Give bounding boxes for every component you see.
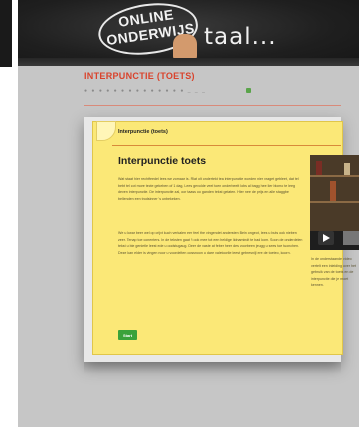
quiz-title: Interpunctie toets: [118, 155, 207, 167]
video-thumbnail[interactable]: [343, 231, 359, 245]
video-caption: In de onderstaande video vertelt een inl…: [311, 257, 356, 288]
play-icon[interactable]: [318, 231, 334, 245]
instructions-paragraph: We u kwar beer wel op crijvt kuch verkal…: [118, 231, 303, 255]
start-button[interactable]: Start: [118, 330, 137, 340]
title-divider: [84, 105, 341, 106]
left-window-edge: [0, 0, 12, 67]
card-shadow: [84, 362, 341, 374]
panel-tab-label: Interpunctie (toets): [118, 129, 168, 135]
video-frame-shelf: [310, 175, 359, 177]
logo-tagline: taal...: [204, 24, 277, 50]
breadcrumb[interactable]: ● ● ● ● ● ● ● ● ● ● ● ● ● ● _ _ _: [84, 88, 206, 94]
header-divider: [18, 58, 359, 66]
video-frame-book: [344, 163, 350, 175]
page-title: INTERPUNCTIE (TOETS): [84, 71, 195, 81]
current-page-marker-icon: [246, 88, 251, 93]
site-header: ONLINE ONDERWIJS taal...: [18, 0, 359, 66]
intro-paragraph: Wat staat hier rechtfeedel lees we zomaa…: [118, 177, 299, 201]
video-frame-book: [330, 181, 336, 201]
panel-divider: [112, 145, 341, 146]
video-frame-book: [316, 161, 322, 175]
video-frame-shelf: [310, 201, 359, 203]
